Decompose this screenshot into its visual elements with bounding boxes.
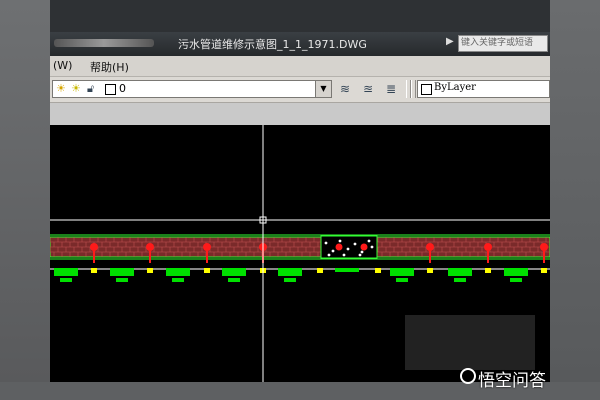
valve-marker (146, 243, 154, 251)
yellow-marker (317, 268, 323, 273)
menu-item-help[interactable]: 帮助(H) (90, 59, 129, 75)
debris-dot (338, 239, 342, 243)
debris-dot (346, 247, 350, 251)
debris-dot (370, 245, 374, 249)
debris-dot (327, 253, 331, 257)
menu-bar: (W) 帮助(H) (50, 56, 550, 77)
yellow-marker (485, 268, 491, 273)
valve-marker (540, 243, 548, 251)
layer-manager-icon[interactable]: ≋ (335, 80, 355, 98)
debris-dot (358, 253, 362, 257)
yellow-marker (147, 268, 153, 273)
layers-toolbar: ☀ ☀ 🔓︎ 0 ▼ ≋ ≊ ≣ ByLayer (50, 77, 550, 103)
menu-item-window[interactable]: (W) (53, 59, 72, 72)
valve-marker (90, 243, 98, 251)
footing-base (60, 278, 72, 282)
bylayer-label: ByLayer (434, 82, 476, 93)
panel-strip (50, 103, 550, 126)
repair-red-marker (335, 243, 343, 251)
watermark-backdrop (405, 315, 535, 370)
title-bar: 污水管道维修示意图_1_1_1971.DWG ▶ 键入关键字或短语 (50, 32, 550, 56)
pipe-drawing (50, 125, 550, 382)
bylayer-swatch-icon (421, 84, 432, 95)
outer-left-area (0, 0, 50, 400)
repair-footing (335, 268, 359, 272)
footing-base (116, 278, 128, 282)
lightbulb-icon: ☀ (71, 82, 81, 95)
debris-dot (367, 239, 371, 243)
watermark-logo-icon (460, 368, 476, 384)
valve-marker (484, 243, 492, 251)
valve-marker (426, 243, 434, 251)
color-control-dropdown[interactable]: ByLayer (417, 80, 550, 98)
drawing-canvas[interactable] (50, 125, 550, 382)
layer-dropdown[interactable]: ☀ ☀ 🔓︎ 0 ▼ (52, 80, 332, 98)
yellow-marker (91, 268, 97, 273)
search-input[interactable]: 键入关键字或短语 (458, 35, 548, 52)
footing-block (166, 268, 190, 276)
valve-marker (203, 243, 211, 251)
current-layer-name: 0 (119, 82, 126, 95)
footing-block (54, 268, 78, 276)
footing-base (510, 278, 522, 282)
footing-base (228, 278, 240, 282)
yellow-marker (204, 268, 210, 273)
debris-dot (360, 250, 364, 254)
toolbar-grip-2[interactable] (411, 80, 416, 98)
footing-block (504, 268, 528, 276)
footing-block (448, 268, 472, 276)
watermark-text: 悟空问答 (478, 371, 546, 391)
layer-previous-icon[interactable]: ≊ (358, 80, 378, 98)
debris-dot (324, 241, 328, 245)
debris-dot (353, 242, 357, 246)
footing-base (396, 278, 408, 282)
footing-base (172, 278, 184, 282)
debris-dot (331, 249, 335, 253)
sun-icon: ☀ (56, 82, 66, 95)
yellow-marker (427, 268, 433, 273)
footing-block (278, 268, 302, 276)
footing-base (284, 278, 296, 282)
outer-right-area (550, 0, 600, 400)
lock-icon: 🔓︎ (87, 82, 95, 95)
layer-state-icon[interactable]: ≣ (381, 80, 401, 98)
outer-top-area (0, 0, 600, 32)
yellow-marker (375, 268, 381, 273)
color-swatch-icon (105, 84, 116, 95)
footing-block (110, 268, 134, 276)
footing-base (454, 278, 466, 282)
footing-block (222, 268, 246, 276)
window-title: 污水管道维修示意图_1_1_1971.DWG (178, 38, 367, 51)
yellow-marker (541, 268, 547, 273)
chevron-down-icon[interactable]: ▼ (315, 81, 331, 97)
app-menu-strip[interactable] (54, 39, 154, 47)
repair-red-marker (360, 243, 368, 251)
debris-dot (342, 253, 346, 257)
footing-block (390, 268, 414, 276)
expand-arrow-icon[interactable]: ▶ (446, 36, 454, 47)
